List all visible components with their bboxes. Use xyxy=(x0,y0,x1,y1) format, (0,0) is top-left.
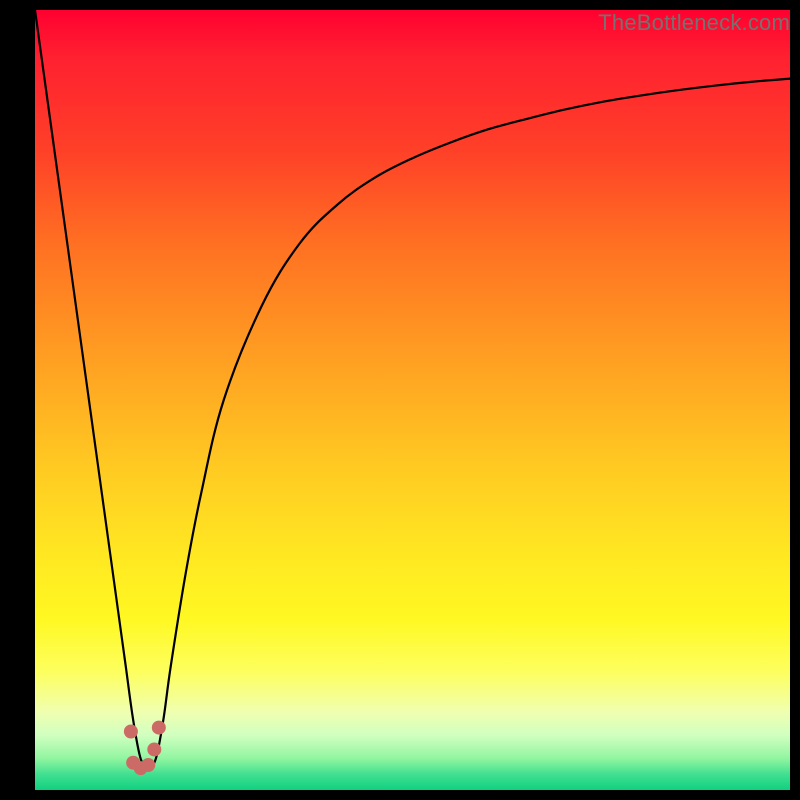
min-marker xyxy=(141,758,155,772)
min-marker xyxy=(152,721,166,735)
min-marker xyxy=(124,725,138,739)
bottleneck-curve xyxy=(35,10,790,790)
chart-container: TheBottleneck.com xyxy=(0,0,800,800)
watermark-text: TheBottleneck.com xyxy=(598,10,790,36)
min-marker xyxy=(147,742,161,756)
plot-area xyxy=(35,10,790,790)
